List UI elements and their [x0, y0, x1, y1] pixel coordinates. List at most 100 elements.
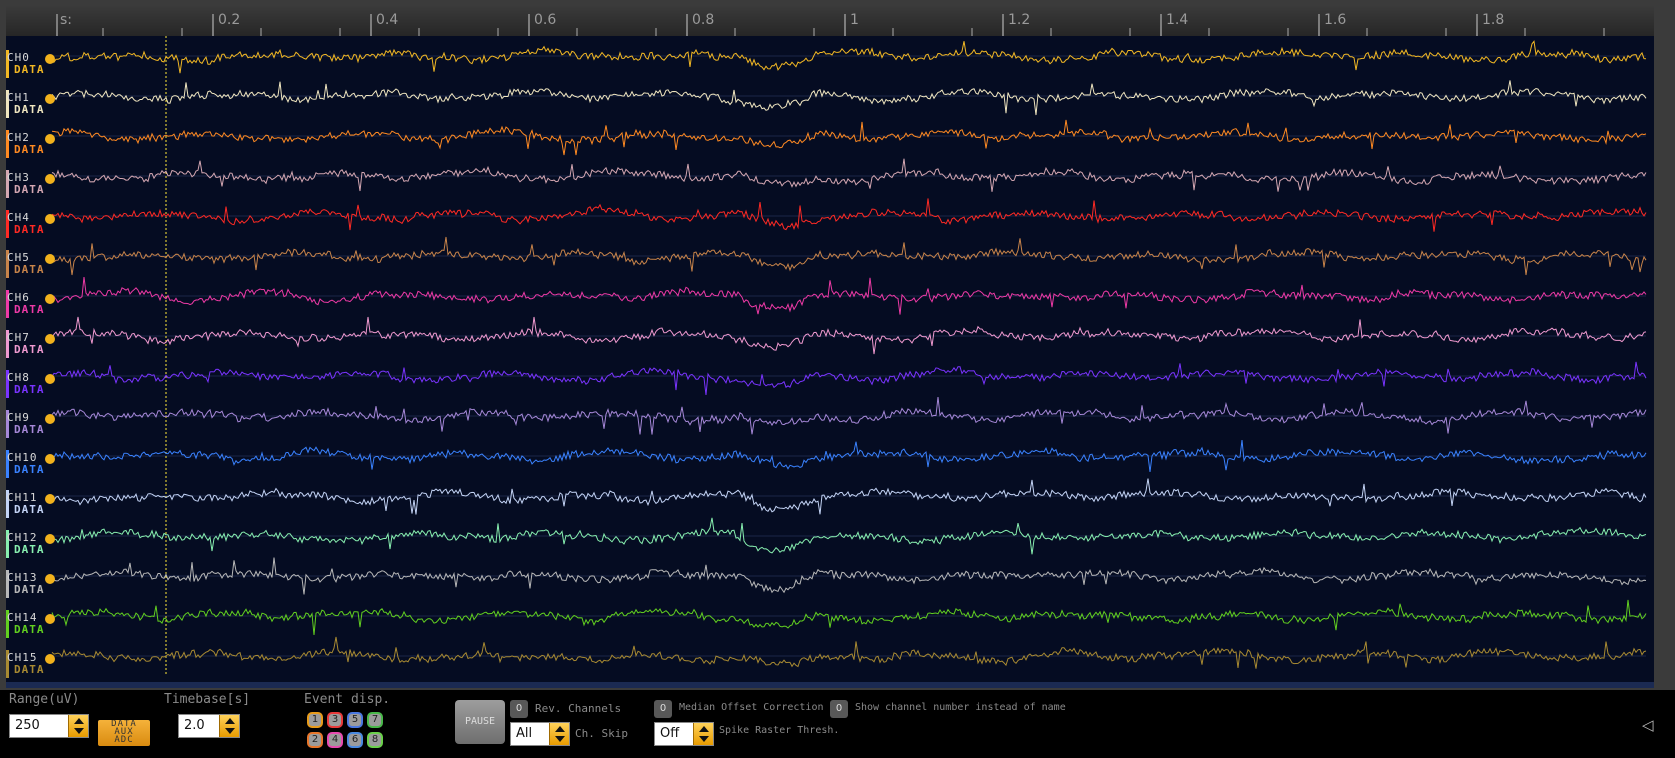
channel-type-tag: DATA: [14, 463, 45, 476]
range-select[interactable]: 250: [9, 714, 89, 738]
ruler-minor-tick: [1287, 28, 1289, 36]
spike-raster-spinner-icon[interactable]: [693, 723, 713, 745]
channel-label[interactable]: CH6 DATA: [7, 292, 45, 316]
display-scroll-strip[interactable]: [6, 682, 1654, 688]
event-channel-button[interactable]: 8: [367, 732, 383, 748]
channel-enable-dot[interactable]: [45, 454, 55, 464]
timebase-label: Timebase[s]: [164, 692, 251, 707]
ruler-minor-tick: [1445, 28, 1447, 36]
channel-enable-dot[interactable]: [45, 334, 55, 344]
signal-type-selector[interactable]: DATA AUX ADC: [98, 720, 150, 746]
channel-enable-dot[interactable]: [45, 134, 55, 144]
timebase-spinner-icon[interactable]: [219, 715, 239, 737]
ruler-minor-tick: [1129, 28, 1131, 36]
channel-label[interactable]: CH0 DATA: [7, 52, 45, 76]
channel-label[interactable]: CH11 DATA: [7, 492, 45, 516]
ruler-major-tick: [1476, 14, 1478, 36]
channel-trace: [51, 361, 1647, 396]
median-offset-toggle[interactable]: 0: [654, 700, 672, 718]
channel-label[interactable]: CH1 DATA: [7, 92, 45, 116]
channel-skip-select[interactable]: All: [510, 722, 570, 746]
channel-skip-label: Ch. Skip: [575, 727, 628, 740]
event-channel-button[interactable]: 5: [347, 712, 363, 728]
channel-enable-dot[interactable]: [45, 534, 55, 544]
ruler-tick-label: s:: [60, 12, 73, 28]
ruler-minor-tick: [1524, 28, 1526, 36]
event-channel-button[interactable]: 1: [307, 712, 323, 728]
timebase-select[interactable]: 2.0: [178, 714, 240, 738]
channel-enable-dot[interactable]: [45, 174, 55, 184]
channel-enable-dot[interactable]: [45, 254, 55, 264]
event-display-label: Event disp.: [304, 692, 391, 707]
channel-enable-dot[interactable]: [45, 494, 55, 504]
ruler-major-tick: [686, 14, 688, 36]
channel-label[interactable]: CH7 DATA: [7, 332, 45, 356]
channel-label[interactable]: CH14 DATA: [7, 612, 45, 636]
ruler-major-tick: [1160, 14, 1162, 36]
channel-enable-dot[interactable]: [45, 54, 55, 64]
event-channel-button[interactable]: 7: [367, 712, 383, 728]
channel-trace: [51, 119, 1647, 156]
channel-type-tag: DATA: [14, 383, 45, 396]
channel-type-tag: DATA: [14, 103, 45, 116]
channel-label[interactable]: CH2 DATA: [7, 132, 45, 156]
channel-type-tag: DATA: [14, 543, 45, 556]
signal-type-adc[interactable]: ADC: [98, 736, 150, 745]
channel-label[interactable]: CH5 DATA: [7, 252, 45, 276]
ruler-minor-tick: [1050, 28, 1052, 36]
channel-trace: [51, 636, 1647, 669]
ruler-major-tick: [1318, 14, 1320, 36]
ruler-minor-tick: [892, 28, 894, 36]
channel-type-tag: DATA: [14, 63, 45, 76]
ruler-tick-label: 0.8: [692, 12, 715, 28]
pause-button[interactable]: PAUSE: [455, 700, 505, 744]
channel-label[interactable]: CH15 DATA: [7, 652, 45, 676]
channel-label[interactable]: CH8 DATA: [7, 372, 45, 396]
channel-enable-dot[interactable]: [45, 654, 55, 664]
channel-enable-dot[interactable]: [45, 214, 55, 224]
channel-label[interactable]: CH13 DATA: [7, 572, 45, 596]
show-channel-number-toggle[interactable]: 0: [830, 700, 848, 718]
channel-enable-dot[interactable]: [45, 374, 55, 384]
timebase-value: 2.0: [184, 718, 205, 733]
control-panel: Range(uV) 250 DATA AUX ADC Timebase[s] 2…: [0, 690, 1675, 758]
ruler-minor-tick: [1603, 28, 1605, 36]
channel-enable-dot[interactable]: [45, 574, 55, 584]
event-channel-button[interactable]: 6: [347, 732, 363, 748]
channel-type-tag: DATA: [14, 663, 45, 676]
channel-type-tag: DATA: [14, 583, 45, 596]
ruler-tick-label: 1.4: [1166, 12, 1189, 28]
channel-enable-dot[interactable]: [45, 94, 55, 104]
channel-type-tag: DATA: [14, 343, 45, 356]
channel-label[interactable]: CH4 DATA: [7, 212, 45, 236]
trace-display[interactable]: [6, 36, 1654, 682]
channel-label[interactable]: CH9 DATA: [7, 412, 45, 436]
channel-enable-dot[interactable]: [45, 294, 55, 304]
ruler-major-tick: [212, 14, 214, 36]
event-channel-button[interactable]: 4: [327, 732, 343, 748]
channel-enable-dot[interactable]: [45, 614, 55, 624]
channel-label[interactable]: CH12 DATA: [7, 532, 45, 556]
rev-channels-toggle[interactable]: 0: [510, 700, 528, 718]
event-channel-button[interactable]: 3: [327, 712, 343, 728]
channel-type-tag: DATA: [14, 223, 45, 236]
channel-skip-spinner-icon[interactable]: [549, 723, 569, 745]
channel-skip-value: All: [516, 726, 533, 741]
ruler-minor-tick: [971, 28, 973, 36]
rev-channels-label: Rev. Channels: [535, 702, 622, 715]
ruler-minor-tick: [734, 28, 736, 36]
ruler-major-tick: [844, 14, 846, 36]
spike-raster-select[interactable]: Off: [654, 722, 714, 746]
ruler-minor-tick: [655, 28, 657, 36]
ruler-minor-tick: [339, 28, 341, 36]
channel-label[interactable]: CH3 DATA: [7, 172, 45, 196]
ruler-tick-label: 0.2: [218, 12, 241, 28]
ruler-minor-tick: [1366, 28, 1368, 36]
channel-label[interactable]: CH10 DATA: [7, 452, 45, 476]
channel-trace: [52, 478, 1647, 515]
range-spinner-icon[interactable]: [68, 715, 88, 737]
triangle-left-icon[interactable]: ◁: [1642, 716, 1654, 734]
event-channel-button[interactable]: 2: [307, 732, 323, 748]
ruler-tick-label: 0.6: [534, 12, 557, 28]
channel-enable-dot[interactable]: [45, 414, 55, 424]
